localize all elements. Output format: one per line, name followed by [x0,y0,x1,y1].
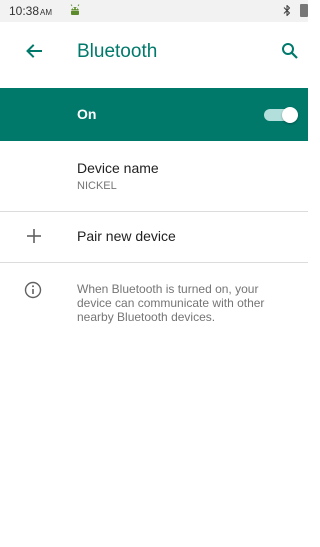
info-text: When Bluetooth is turned on, your device… [77,282,265,324]
pair-new-device-row[interactable]: Pair new device [0,212,308,262]
plus-icon [27,229,41,243]
bluetooth-icon [283,4,291,17]
battery-icon [300,4,308,17]
search-icon [282,43,298,59]
android-icon [70,4,80,15]
back-arrow-icon [26,44,42,58]
page-title: Bluetooth [77,41,158,62]
bluetooth-toggle-row[interactable]: On [0,88,308,141]
back-button[interactable] [22,39,46,63]
device-name-title: Device name [77,160,159,176]
info-icon [24,281,42,299]
device-name-row[interactable]: Device name NICKEL [0,141,308,211]
search-button[interactable] [278,39,302,63]
status-bar: 10:38AM [0,0,308,22]
status-time-value: 10:38 [9,4,40,18]
app-bar: Bluetooth [0,22,308,88]
device-name-value: NICKEL [77,180,117,192]
bluetooth-switch[interactable] [264,107,298,123]
switch-thumb [282,107,298,123]
info-row: When Bluetooth is turned on, your device… [0,263,308,343]
bluetooth-toggle-label: On [77,106,97,122]
pair-new-device-label: Pair new device [77,228,176,244]
status-time: 10:38AM [9,4,52,20]
status-time-ampm: AM [40,8,53,17]
